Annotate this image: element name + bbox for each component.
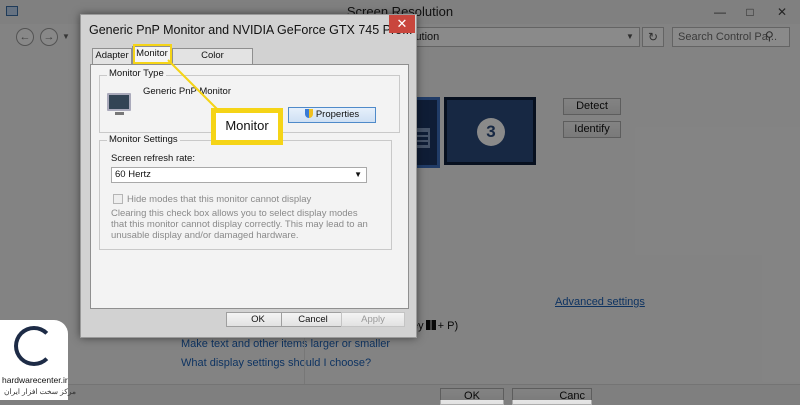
- refresh-rate-select[interactable]: 60 Hertz ▼: [111, 167, 367, 183]
- dialog-apply-button[interactable]: Apply: [341, 312, 405, 327]
- monitor-settings-label: Monitor Settings: [107, 134, 180, 145]
- shield-icon: [304, 109, 313, 118]
- logo-ring-icon: [14, 326, 54, 366]
- refresh-rate-value: 60 Hertz: [115, 169, 151, 180]
- properties-label: Properties: [315, 109, 360, 120]
- dialog-cancel-button[interactable]: Cancel: [281, 312, 345, 327]
- hardwarecenter-logo: hardwarecenter.ir مرکز سخت افزار ایران: [0, 320, 76, 400]
- hide-modes-label: Hide modes that this monitor cannot disp…: [127, 194, 312, 205]
- properties-button[interactable]: Properties: [288, 107, 376, 123]
- dialog-close-icon[interactable]: ✕: [389, 15, 415, 33]
- watermark-domain: hardwarecenter.ir: [2, 375, 68, 385]
- watermark-tagline: مرکز سخت افزار ایران: [4, 387, 77, 396]
- dialog-title: Generic PnP Monitor and NVIDIA GeForce G…: [89, 23, 413, 37]
- monitor-properties-dialog: Generic PnP Monitor and NVIDIA GeForce G…: [80, 14, 417, 338]
- hide-modes-description: Clearing this check box allows you to se…: [111, 208, 368, 242]
- refresh-rate-label: Screen refresh rate:: [111, 153, 195, 164]
- tab-adapter[interactable]: Adapter: [92, 48, 132, 64]
- chevron-down-icon: ▼: [354, 170, 362, 179]
- monitor-icon: [107, 93, 131, 115]
- hide-modes-checkbox[interactable]: [113, 194, 123, 204]
- callout-box: Monitor: [211, 108, 283, 145]
- monitor-type-label: Monitor Type: [107, 68, 166, 79]
